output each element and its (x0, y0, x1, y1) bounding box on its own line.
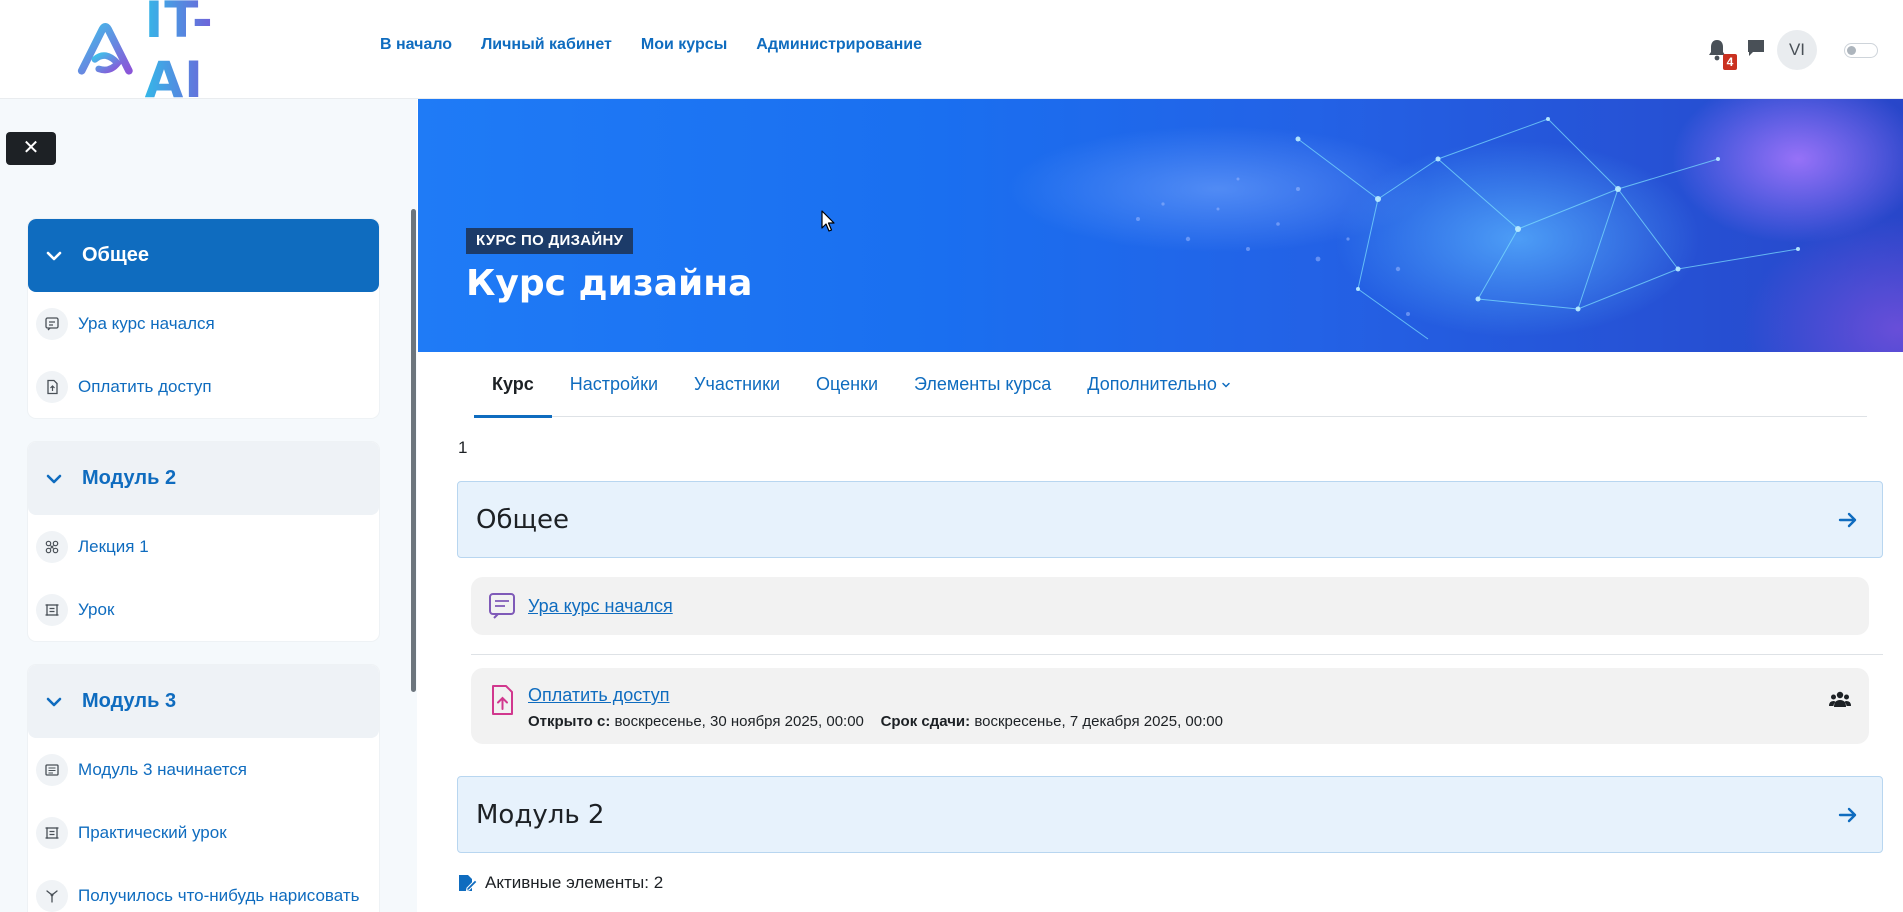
course-index-drawer: ✕ Общее Ура курс начался Оплатить доступ… (0, 99, 417, 912)
drawer-item[interactable]: Получилось что-нибудь нарисовать (28, 864, 379, 912)
nav-administration-link[interactable]: Администрирование (756, 36, 922, 54)
activity-item: Оплатить доступ Открыто с: воскресенье, … (471, 668, 1869, 744)
tab-course[interactable]: Курс (474, 352, 552, 418)
arrow-right-icon[interactable] (1836, 508, 1860, 532)
drawer-section-module-2: Модуль 2 Лекция 1 Урок (28, 442, 379, 641)
drawer-item-label: Практический урок (78, 822, 227, 842)
tab-settings[interactable]: Настройки (552, 352, 676, 417)
forum-icon (36, 307, 68, 340)
drawer-section-title: Общее (82, 244, 150, 266)
drawer-section-header[interactable]: Модуль 2 (28, 442, 379, 515)
activity-dates: Открыто с: воскресенье, 30 ноября 2025, … (528, 713, 1223, 730)
activity-link[interactable]: Ура курс начался (528, 596, 673, 617)
tab-participants[interactable]: Участники (676, 352, 798, 417)
course-secondary-navigation: Курс Настройки Участники Оценки Элементы… (474, 352, 1867, 418)
nav-home-link[interactable]: В начало (380, 36, 452, 54)
edit-mode-toggle[interactable] (1844, 43, 1878, 58)
drawer-section-header[interactable]: Общее (28, 219, 379, 292)
drawer-item[interactable]: Урок (28, 578, 379, 641)
drawer-section-general: Общее Ура курс начался Оплатить доступ (28, 219, 379, 418)
banner-network-illustration (1136, 117, 1800, 340)
chevron-down-icon (1222, 382, 1230, 388)
drawer-item-label: Получилось что-нибудь нарисовать (78, 885, 360, 905)
tab-course-elements[interactable]: Элементы курса (896, 352, 1069, 417)
drawer-item-label: Ура курс начался (78, 313, 215, 333)
tab-grades[interactable]: Оценки (798, 352, 896, 417)
tab-label: Участники (694, 374, 781, 394)
site-logo[interactable]: IT-AI (76, 0, 266, 109)
activity-divider (471, 654, 1883, 655)
tab-label: Элементы курса (914, 374, 1052, 394)
group-mode-icon[interactable] (1829, 690, 1851, 708)
arrow-right-icon[interactable] (1836, 803, 1860, 827)
drawer-section-header[interactable]: Модуль 3 (28, 665, 379, 738)
drawer-scrollbar[interactable] (411, 209, 416, 692)
drawer-item-label: Модуль 3 начинается (78, 759, 248, 779)
drawer-item[interactable]: Практический урок (28, 801, 379, 864)
nav-dashboard-link[interactable]: Личный кабинет (481, 36, 612, 54)
lesson-icon (36, 593, 68, 626)
chevron-down-icon (46, 474, 62, 483)
tab-label: Оценки (816, 374, 879, 394)
tab-label: Дополнительно (1087, 374, 1217, 394)
drawer-item-label: Оплатить доступ (78, 376, 212, 396)
assignment-icon (36, 370, 68, 403)
drawer-item[interactable]: Модуль 3 начинается (28, 738, 379, 801)
opened-value: воскресенье, 30 ноября 2025, 00:00 (614, 713, 864, 730)
logo-mark-icon (77, 23, 133, 75)
lesson-icon (36, 816, 68, 849)
chat-icon[interactable] (1746, 38, 1766, 58)
activity-item: Ура курс начался (471, 577, 1869, 635)
section-title: Общее (476, 504, 569, 535)
nav-my-courses-link[interactable]: Мои курсы (641, 36, 727, 54)
course-category-tag: КУРС ПО ДИЗАЙНУ (466, 228, 634, 254)
assignment-icon (492, 685, 513, 715)
choice-icon (36, 879, 68, 912)
close-drawer-button[interactable]: ✕ (6, 132, 56, 165)
logo-text: IT-AI (145, 0, 266, 110)
due-label: Срок сдачи: (880, 713, 971, 730)
mouse-cursor-icon (821, 210, 835, 232)
page-icon (36, 753, 68, 786)
drawer-item[interactable]: Ура курс начался (28, 292, 379, 355)
drawer-section-title: Модуль 3 (82, 690, 177, 712)
drawer-item[interactable]: Оплатить доступ (28, 355, 379, 418)
chevron-down-icon (46, 697, 62, 706)
top-navbar: IT-AI В начало Личный кабинет Мои курсы … (0, 0, 1903, 109)
tab-more[interactable]: Дополнительно (1069, 352, 1249, 417)
activity-link[interactable]: Оплатить доступ (528, 685, 670, 706)
active-elements-label: Активные элементы: 2 (485, 873, 664, 892)
file-edit-icon (459, 875, 477, 892)
active-elements-count: Активные элементы: 2 (457, 873, 663, 893)
tab-label: Настройки (569, 374, 659, 394)
user-avatar[interactable]: VI (1777, 30, 1817, 70)
due-value: воскресенье, 7 декабря 2025, 00:00 (974, 713, 1223, 730)
drawer-section-title: Модуль 2 (82, 467, 177, 489)
course-section-general[interactable]: Общее (457, 481, 1883, 558)
drawer-item-label: Урок (78, 599, 115, 619)
forum-icon (489, 593, 515, 619)
workshop-icon (36, 530, 68, 563)
notification-count-badge: 4 (1723, 54, 1737, 70)
course-header-banner: КУРС ПО ДИЗАЙНУ Курс дизайна (418, 99, 1903, 352)
tab-label: Курс (492, 374, 534, 394)
drawer-item[interactable]: Лекция 1 (28, 515, 379, 578)
section-title: Модуль 2 (476, 799, 605, 830)
drawer-item-label: Лекция 1 (78, 536, 149, 556)
primary-navigation: В начало Личный кабинет Мои курсы Админи… (380, 36, 922, 54)
chevron-down-icon (46, 251, 62, 260)
page-number: 1 (458, 438, 468, 457)
drawer-section-module-3: Модуль 3 Модуль 3 начинается Практически… (28, 665, 379, 912)
page-title: Курс дизайна (466, 263, 753, 304)
course-section-module-2[interactable]: Модуль 2 (457, 776, 1883, 853)
opened-label: Открыто с: (528, 713, 611, 730)
